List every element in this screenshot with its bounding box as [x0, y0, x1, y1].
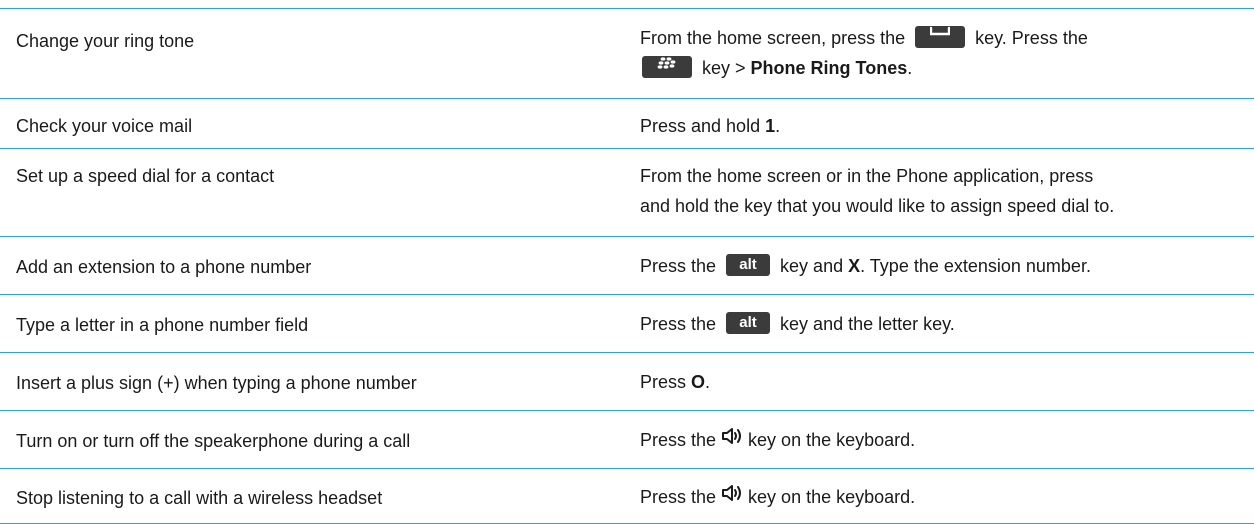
task-text: Type a letter in a phone number field — [16, 315, 309, 335]
speaker-icon — [722, 481, 742, 511]
instruction-text: . Type the extension number. — [860, 256, 1091, 276]
instruction-cell: From the home screen or in the Phone app… — [640, 161, 1240, 221]
table-row: Stop listening to a call with a wireless… — [0, 468, 1254, 524]
alt-key-icon: alt — [726, 254, 771, 277]
instruction-cell: Press the alt key and the letter key. — [640, 309, 1240, 339]
task-cell: Insert a plus sign (+) when typing a pho… — [16, 370, 596, 396]
instruction-text: key > — [702, 58, 746, 78]
speaker-icon — [722, 424, 742, 454]
table-row: Add an extension to a phone number Press… — [0, 236, 1254, 295]
key-name: 1 — [765, 116, 776, 136]
alt-key-icon: alt — [726, 312, 771, 335]
task-text: Add an extension to a phone number — [16, 257, 312, 277]
table-row: Check your voice mail Press and hold 1. — [0, 98, 1254, 149]
instruction-text: key and — [780, 256, 844, 276]
instruction-text: Press the — [640, 430, 717, 450]
task-cell: Stop listening to a call with a wireless… — [16, 485, 596, 511]
instruction-text: and hold the key that you would like to … — [640, 196, 1115, 216]
table-row: Turn on or turn off the speakerphone dur… — [0, 410, 1254, 469]
instruction-text: Press — [640, 372, 687, 392]
table-row: Insert a plus sign (+) when typing a pho… — [0, 352, 1254, 411]
instruction-text: From the home screen, press the — [640, 28, 906, 48]
table-row: Set up a speed dial for a contact From t… — [0, 148, 1254, 237]
instruction-text: key on the keyboard. — [748, 430, 916, 450]
instruction-text: Press the — [640, 256, 717, 276]
task-text: Insert a plus sign (+) when typing a pho… — [16, 373, 417, 393]
instruction-text: key. Press the — [975, 28, 1088, 48]
table-row: Change your ring tone From the home scre… — [0, 8, 1254, 99]
task-text: Turn on or turn off the speakerphone dur… — [16, 431, 411, 451]
key-name: X — [848, 256, 861, 276]
key-name: O — [691, 372, 706, 392]
task-cell: Check your voice mail — [16, 113, 596, 139]
instruction-cell: Press the key on the keyboard. — [640, 425, 1240, 456]
instruction-cell: Press and hold 1. — [640, 111, 1240, 141]
instruction-text: Press and hold — [640, 116, 761, 136]
instruction-text: From the home screen or in the Phone app… — [640, 166, 1094, 186]
task-cell: Turn on or turn off the speakerphone dur… — [16, 428, 596, 454]
instruction-text: Press the — [640, 487, 717, 507]
punctuation: . — [775, 116, 781, 136]
instruction-cell: From the home screen, press the key. Pres… — [640, 23, 1240, 83]
instruction-text: key and the letter key. — [780, 314, 955, 334]
instruction-text: key on the keyboard. — [748, 487, 916, 507]
blackberry-menu-key-icon — [642, 56, 692, 79]
punctuation: . — [705, 372, 711, 392]
task-text: Change your ring tone — [16, 31, 195, 51]
instruction-cell: Press the key on the keyboard. — [640, 482, 1240, 513]
instruction-cell: Press the alt key and X. Type the extensio… — [640, 251, 1240, 281]
instruction-text: Press the — [640, 314, 717, 334]
task-text: Stop listening to a call with a wireless… — [16, 488, 383, 508]
task-text: Check your voice mail — [16, 116, 193, 136]
menu-item-name: Phone Ring Tones — [750, 58, 908, 78]
task-cell: Type a letter in a phone number field — [16, 312, 596, 338]
send-key-icon — [915, 26, 966, 49]
task-cell: Set up a speed dial for a contact — [16, 163, 596, 189]
punctuation: . — [907, 58, 913, 78]
table-row: Type a letter in a phone number field Pr… — [0, 294, 1254, 353]
task-text: Set up a speed dial for a contact — [16, 166, 275, 186]
instruction-cell: Press O. — [640, 367, 1240, 397]
task-cell: Change your ring tone — [16, 28, 596, 54]
task-cell: Add an extension to a phone number — [16, 254, 596, 280]
